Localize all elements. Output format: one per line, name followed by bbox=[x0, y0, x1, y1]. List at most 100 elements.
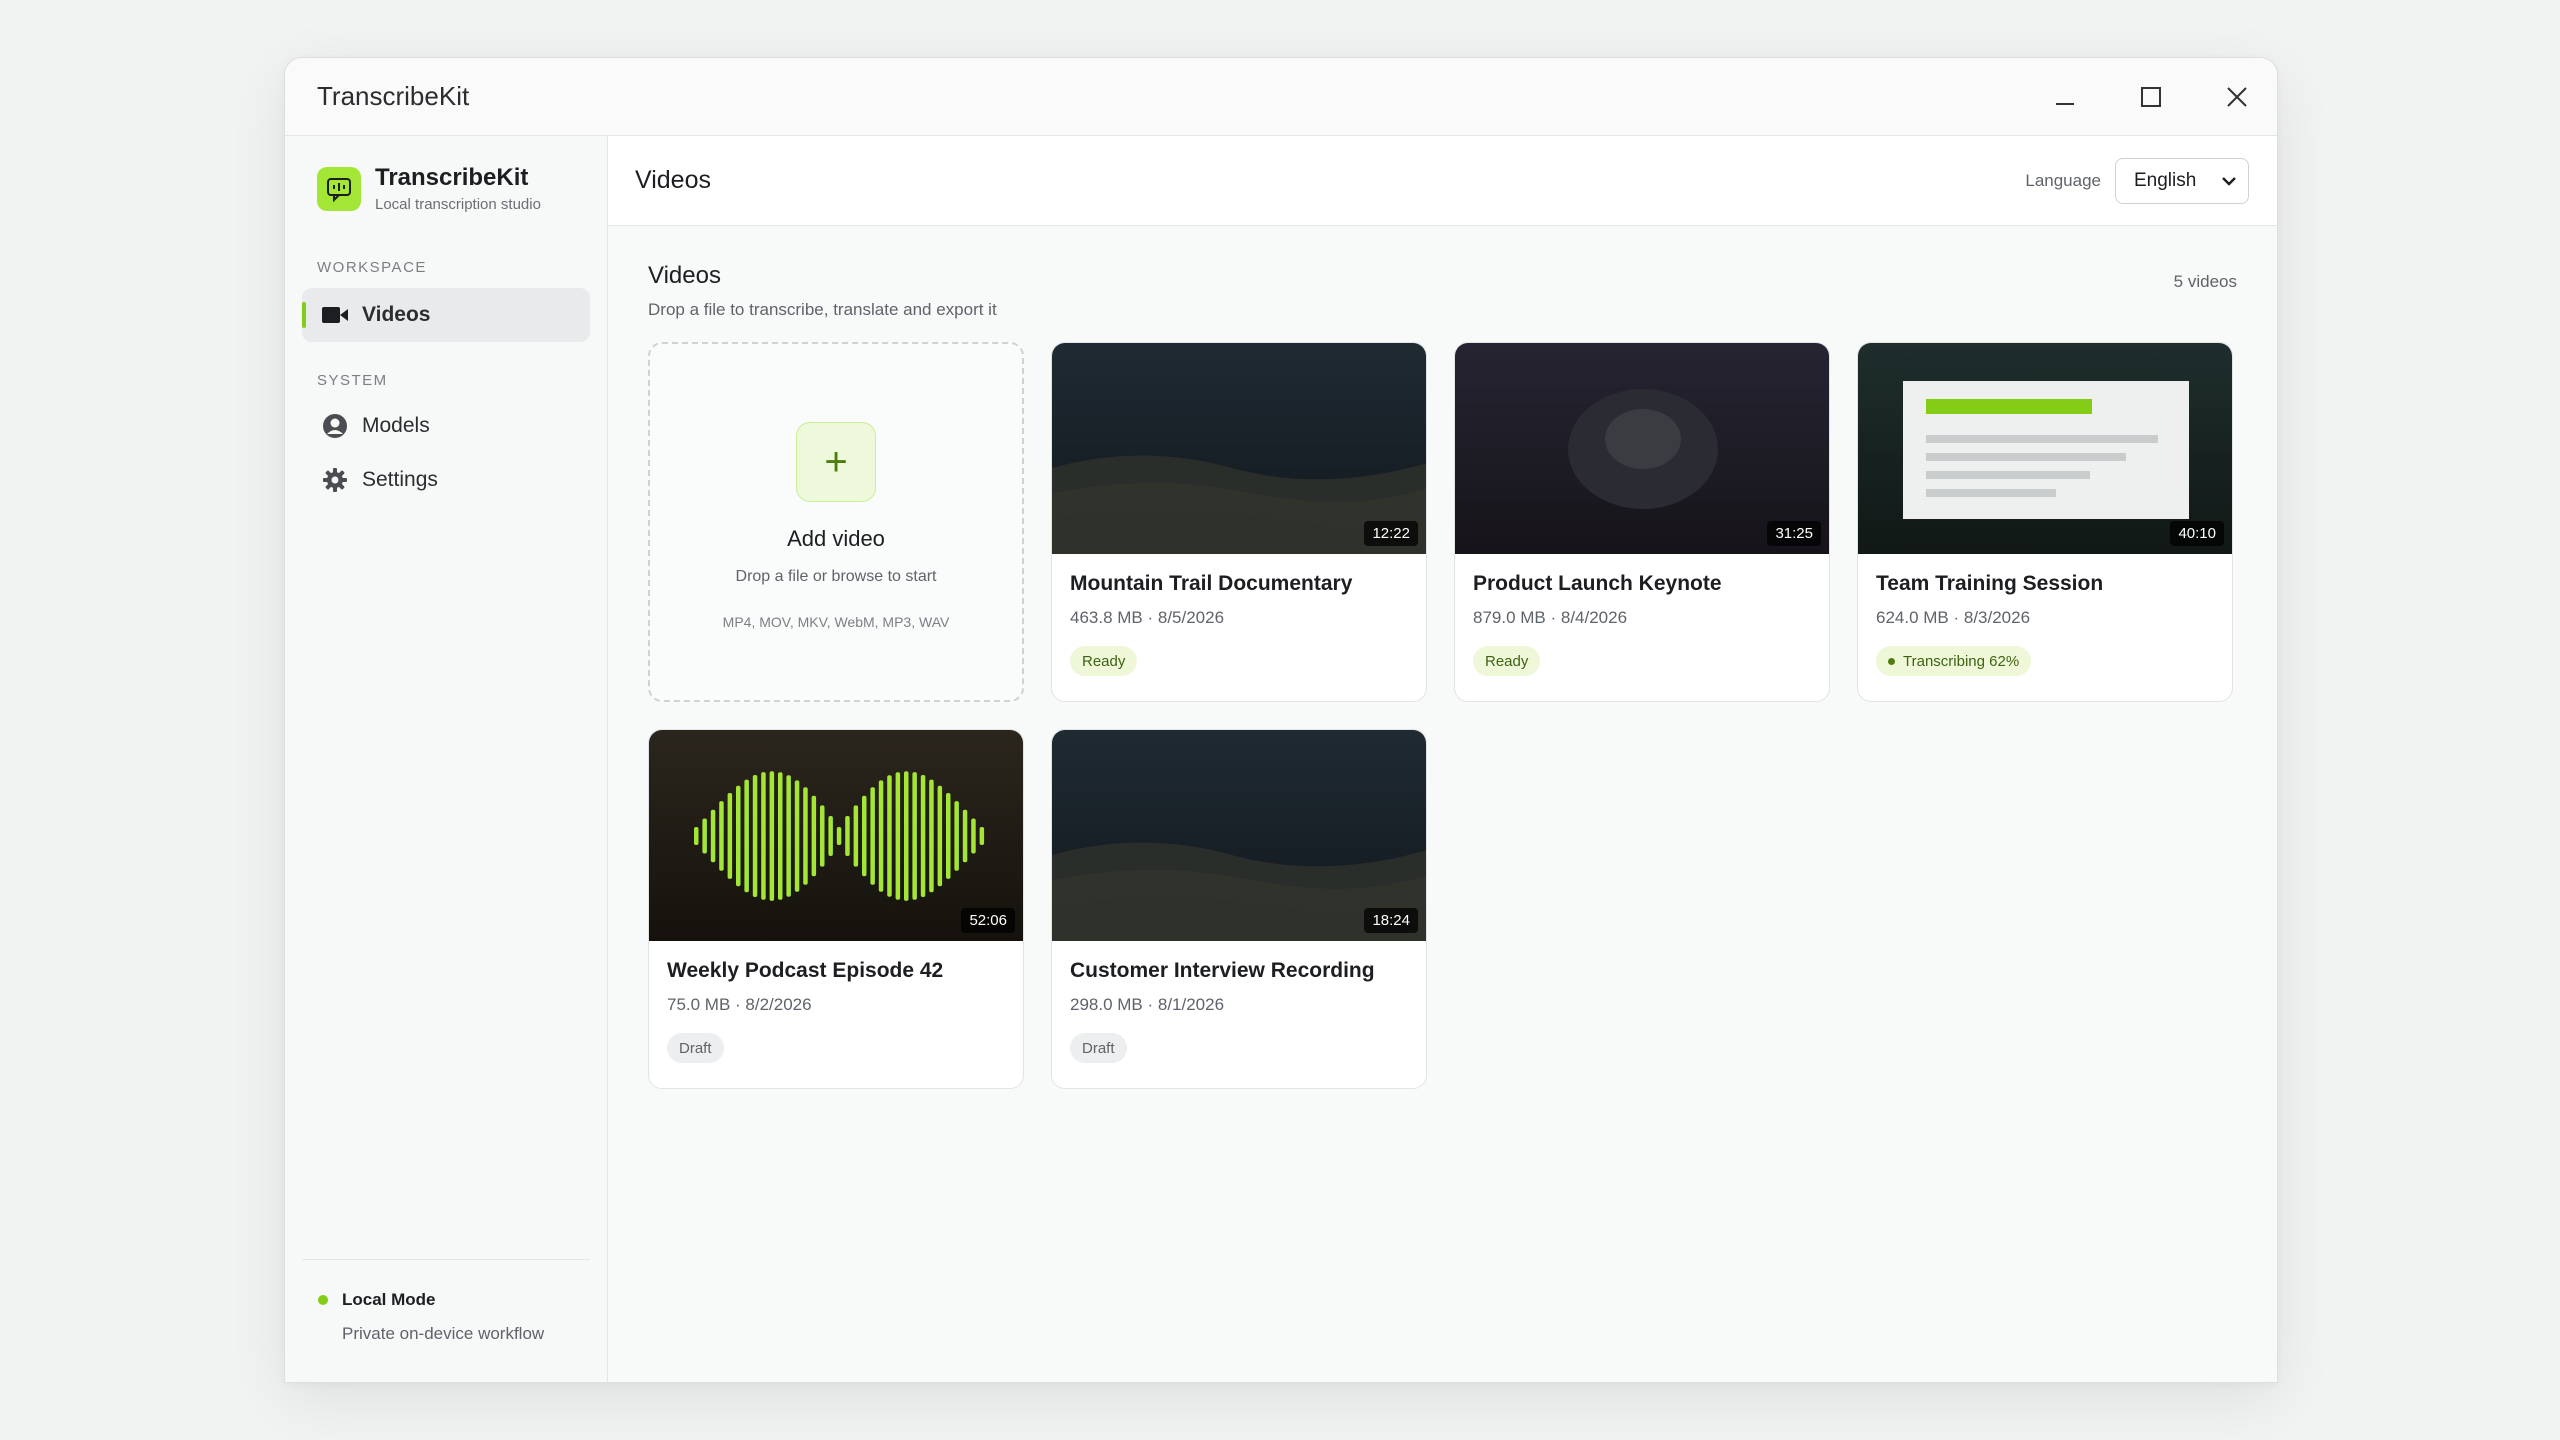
waveform-bar bbox=[778, 772, 783, 900]
close-button[interactable] bbox=[2197, 58, 2277, 136]
waveform-bar bbox=[836, 827, 842, 845]
sidebar-item-models[interactable]: Models bbox=[302, 399, 590, 453]
waveform-bar bbox=[786, 775, 791, 897]
maximize-icon bbox=[2141, 87, 2161, 107]
sidebar-item-videos[interactable]: Videos bbox=[302, 288, 590, 342]
waveform-bar bbox=[811, 795, 817, 877]
chevron-down-icon bbox=[2222, 176, 2236, 186]
waveform-bar bbox=[979, 827, 985, 845]
user-circle-icon bbox=[322, 413, 348, 439]
waveform-bar bbox=[937, 785, 943, 887]
status-badge: Transcribing 62% bbox=[1876, 646, 2032, 676]
sidebar-item-label: Settings bbox=[362, 468, 438, 491]
waveform-bar bbox=[962, 809, 968, 863]
duration-badge: 40:10 bbox=[2170, 521, 2224, 546]
window-title: TranscribeKit bbox=[317, 81, 470, 111]
waveform-bar bbox=[862, 795, 867, 877]
status-badge: Ready bbox=[1070, 646, 1138, 676]
waveform-bar bbox=[736, 785, 741, 887]
waveform-bar bbox=[887, 775, 892, 897]
status-dot-icon bbox=[318, 1295, 328, 1305]
video-thumbnail: 31:25 bbox=[1455, 343, 1829, 554]
brand-subtitle: Local transcription studio bbox=[375, 196, 541, 213]
waveform-bar bbox=[828, 816, 833, 856]
brand: TranscribeKit Local transcription studio bbox=[285, 136, 607, 213]
status-badge: Draft bbox=[667, 1033, 724, 1063]
add-video-subtitle: Drop a file or browse to start bbox=[735, 568, 937, 585]
system-section-label: SYSTEM bbox=[317, 372, 388, 389]
duration-badge: 31:25 bbox=[1767, 521, 1821, 546]
video-card[interactable]: 40:10 Team Training Session 624.0 MB · 8… bbox=[1857, 342, 2233, 702]
video-thumbnail: 18:24 bbox=[1052, 730, 1426, 941]
video-card[interactable]: 52:06 Weekly Podcast Episode 42 75.0 MB … bbox=[648, 729, 1024, 1089]
video-count: 5 videos bbox=[2173, 272, 2237, 291]
video-title: Weekly Podcast Episode 42 bbox=[667, 959, 944, 982]
main-header: Videos Language English bbox=[608, 136, 2277, 226]
waveform-bar bbox=[870, 787, 875, 885]
waveform-bar bbox=[710, 809, 716, 863]
sidebar-footer: Local Mode Private on-device workflow bbox=[302, 1259, 590, 1382]
brand-name: TranscribeKit bbox=[375, 164, 529, 191]
title-bar: TranscribeKit bbox=[285, 58, 2277, 136]
status-badge: Ready bbox=[1473, 646, 1541, 676]
video-camera-icon bbox=[322, 302, 348, 328]
video-card[interactable]: 12:22 Mountain Trail Documentary 463.8 M… bbox=[1051, 342, 1427, 702]
video-meta: 298.0 MB · 8/1/2026 bbox=[1070, 995, 1225, 1014]
waveform-bar bbox=[820, 805, 825, 867]
video-card[interactable]: 31:25 Product Launch Keynote 879.0 MB · … bbox=[1454, 342, 1830, 702]
minimize-button[interactable] bbox=[2025, 58, 2105, 136]
waveform-bar bbox=[971, 818, 976, 854]
waveform-bar bbox=[895, 772, 901, 900]
supported-formats: MP4, MOV, MKV, WebM, MP3, WAV bbox=[722, 614, 950, 630]
content-area: Videos Drop a file to transcribe, transl… bbox=[608, 226, 2277, 1089]
local-mode-subtitle: Private on-device workflow bbox=[342, 1324, 545, 1343]
add-video-card[interactable]: + Add video Drop a file or browse to sta… bbox=[648, 342, 1024, 702]
close-icon bbox=[2227, 87, 2247, 107]
waveform-bar bbox=[912, 772, 917, 900]
duration-badge: 52:06 bbox=[961, 908, 1015, 933]
waveform-bar bbox=[878, 780, 884, 892]
video-title: Product Launch Keynote bbox=[1473, 572, 1722, 595]
sidebar-item-settings[interactable]: Settings bbox=[302, 453, 590, 507]
page-title: Videos bbox=[635, 166, 711, 194]
plus-icon: + bbox=[796, 422, 876, 502]
waveform-bar bbox=[954, 801, 959, 871]
gear-icon bbox=[322, 467, 348, 493]
waveform-bar bbox=[727, 793, 733, 879]
waveform-bar bbox=[920, 775, 926, 897]
main-panel: Videos Language English Videos Drop a fi… bbox=[608, 136, 2277, 1382]
waveform-bar bbox=[904, 771, 909, 901]
section-subtitle: Drop a file to transcribe, translate and… bbox=[648, 300, 997, 319]
progress-dot-icon bbox=[1888, 657, 1895, 665]
video-thumbnail: 52:06 bbox=[649, 730, 1023, 941]
minimize-icon bbox=[2056, 103, 2074, 105]
app-window: TranscribeKit TranscribeKit Local transc… bbox=[284, 57, 2278, 1383]
video-title: Team Training Session bbox=[1876, 572, 2104, 595]
video-title: Customer Interview Recording bbox=[1070, 959, 1375, 982]
waveform-bar bbox=[719, 801, 724, 871]
video-meta: 624.0 MB · 8/3/2026 bbox=[1876, 608, 2031, 627]
sidebar-item-label: Videos bbox=[362, 303, 431, 326]
waveform-bar bbox=[794, 780, 800, 892]
video-card[interactable]: 18:24 Customer Interview Recording 298.0… bbox=[1051, 729, 1427, 1089]
waveform-bar bbox=[853, 805, 859, 867]
video-thumbnail: 12:22 bbox=[1052, 343, 1426, 554]
status-badge-label: Transcribing 62% bbox=[1903, 652, 2020, 670]
workspace-section-label: WORKSPACE bbox=[317, 259, 427, 276]
local-mode-title: Local Mode bbox=[342, 1290, 436, 1309]
status-badge: Draft bbox=[1070, 1033, 1127, 1063]
video-meta: 463.8 MB · 8/5/2026 bbox=[1070, 608, 1225, 627]
language-label: Language bbox=[2025, 170, 2101, 190]
video-thumbnail: 40:10 bbox=[1858, 343, 2232, 554]
waveform-bar bbox=[761, 772, 766, 900]
waveform-bar bbox=[752, 775, 758, 897]
waveform-bar bbox=[744, 779, 749, 893]
section-title: Videos bbox=[648, 262, 721, 289]
maximize-button[interactable] bbox=[2111, 58, 2191, 136]
language-select[interactable]: English bbox=[2115, 157, 2249, 204]
video-meta: 75.0 MB · 8/2/2026 bbox=[667, 995, 812, 1014]
sidebar-item-label: Models bbox=[362, 414, 430, 437]
waveform-bar bbox=[694, 827, 699, 845]
waveform-bar bbox=[803, 787, 808, 885]
video-grid: + Add video Drop a file or browse to sta… bbox=[648, 342, 2237, 1089]
